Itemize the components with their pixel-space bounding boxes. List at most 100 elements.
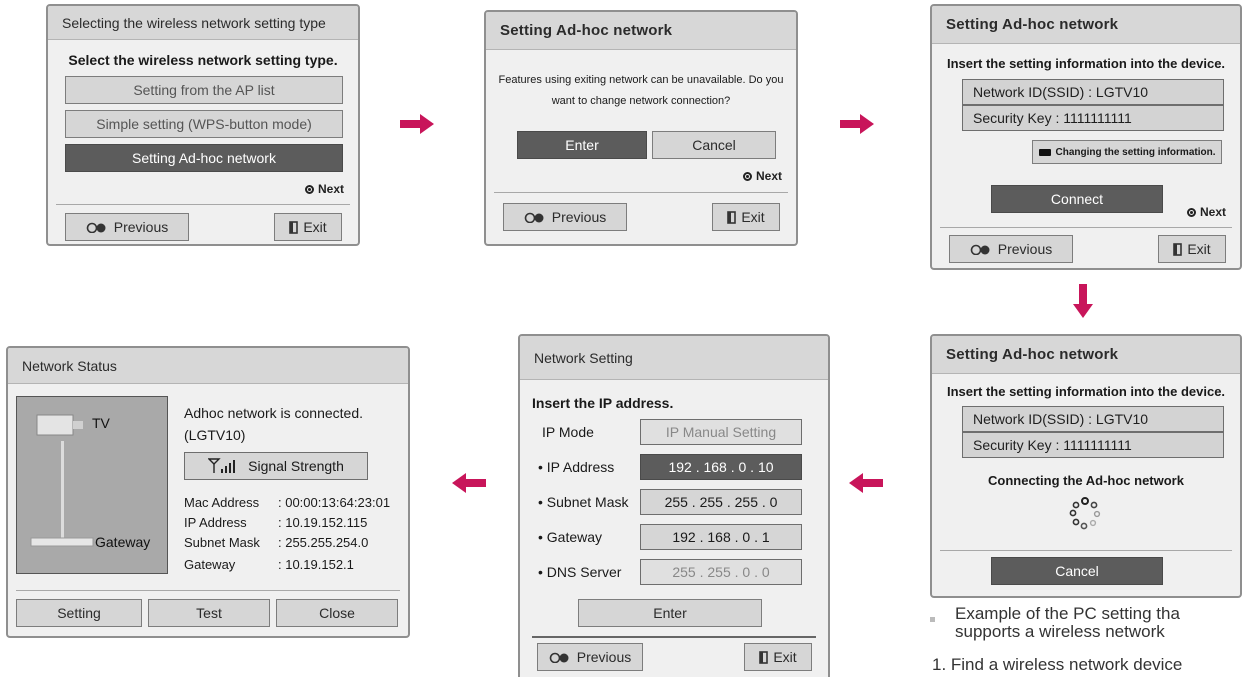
tv-label: TV — [92, 415, 110, 431]
subnet-mask-input[interactable]: 255 . 255 . 255 . 0 — [640, 489, 802, 515]
dialog-title: Setting Ad-hoc network — [486, 12, 796, 50]
ssid-field: Network ID(SSID) : LGTV10 — [962, 406, 1224, 432]
tv-icon — [36, 414, 83, 436]
previous-button[interactable]: Previous — [503, 203, 627, 231]
gateway-label: Gateway — [95, 534, 151, 550]
test-button[interactable]: Test — [148, 599, 270, 627]
previous-button[interactable]: Previous — [537, 643, 643, 671]
pink-arrow-icon — [1073, 284, 1093, 318]
exit-button[interactable]: Exit — [1158, 235, 1226, 263]
previous-circles-icon — [970, 244, 990, 255]
mac-address-key: Mac Address — [184, 495, 260, 510]
gateway-input[interactable]: 192 . 168 . 0 . 1 — [640, 524, 802, 550]
change-hint-label: Changing the setting information. — [1055, 146, 1216, 158]
ip-mode-label: IP Mode — [542, 424, 594, 440]
exit-button[interactable]: Exit — [274, 213, 342, 241]
divider — [532, 636, 816, 638]
previous-label: Previous — [113, 219, 169, 235]
next-label: Next — [755, 169, 782, 183]
wps-option[interactable]: Simple setting (WPS-button mode) — [65, 110, 343, 138]
dialog-title: Setting Ad-hoc network — [932, 336, 1240, 374]
exit-button[interactable]: Exit — [712, 203, 780, 231]
gateway-icon — [30, 537, 94, 547]
next-label: Next — [1199, 205, 1226, 219]
gateway-value: : 10.19.152.1 — [278, 557, 354, 572]
message-line-1: Features using exiting network can be un… — [498, 74, 784, 86]
exit-label: Exit — [773, 649, 797, 665]
pink-arrow-icon — [849, 473, 883, 493]
network-diagram: TV Gateway — [16, 396, 168, 574]
cancel-button[interactable]: Cancel — [652, 131, 776, 159]
previous-label: Previous — [551, 209, 607, 225]
dialog-heading: Select the wireless network setting type… — [68, 52, 338, 68]
status-line-1: Adhoc network is connected. — [184, 405, 363, 421]
security-key-field: Security Key : 1111111111 — [962, 432, 1224, 458]
gateway-label: • Gateway — [538, 529, 603, 545]
adhoc-setup-dialog: Setting Ad-hoc network Insert the settin… — [930, 4, 1242, 270]
previous-label: Previous — [576, 649, 632, 665]
exit-label: Exit — [1187, 241, 1211, 257]
subnet-mask-key: Subnet Mask — [184, 535, 260, 550]
ip-address-input[interactable]: 192 . 168 . 0 . 10 — [640, 454, 802, 480]
signal-strength-box: Signal Strength — [184, 452, 368, 480]
mac-address-value: : 00:00:13:64:23:01 — [278, 495, 391, 510]
previous-button[interactable]: Previous — [65, 213, 189, 241]
adhoc-option[interactable]: Setting Ad-hoc network — [65, 144, 343, 172]
next-hint: Next — [742, 169, 782, 183]
status-line-2: (LGTV10) — [184, 427, 246, 443]
dns-server-label: • DNS Server — [538, 564, 622, 580]
next-hint: Next — [1186, 205, 1226, 219]
note-step-line: 1. Find a wireless network device — [932, 655, 1183, 674]
previous-circles-icon — [86, 222, 106, 233]
cancel-button[interactable]: Cancel — [991, 557, 1163, 585]
exit-door-icon — [289, 220, 299, 234]
ip-address-value: : 10.19.152.115 — [278, 515, 368, 530]
divider — [940, 550, 1232, 551]
ip-mode-select[interactable]: IP Manual Setting — [640, 419, 802, 445]
network-status-dialog: Network Status TV Gateway Adhoc network … — [6, 346, 410, 638]
close-button[interactable]: Close — [276, 599, 398, 627]
dialog-heading: Insert the IP address. — [532, 395, 674, 411]
previous-label: Previous — [997, 241, 1053, 257]
dialog-heading: Insert the setting information into the … — [946, 384, 1226, 399]
next-dot-icon — [742, 171, 752, 181]
adhoc-connecting-dialog: Setting Ad-hoc network Insert the settin… — [930, 334, 1242, 598]
wireless-type-dialog: Selecting the wireless network setting t… — [46, 4, 360, 246]
dialog-title: Selecting the wireless network setting t… — [48, 6, 358, 40]
next-dot-icon — [304, 184, 314, 194]
connect-button[interactable]: Connect — [991, 185, 1163, 213]
exit-button[interactable]: Exit — [744, 643, 812, 671]
dns-server-input[interactable]: 255 . 255 . 0 . 0 — [640, 559, 802, 585]
ap-list-option[interactable]: Setting from the AP list — [65, 76, 343, 104]
ssid-field: Network ID(SSID) : LGTV10 — [962, 79, 1224, 105]
loading-spinner-icon — [1069, 497, 1101, 530]
setting-button[interactable]: Setting — [16, 599, 142, 627]
ip-address-label: • IP Address — [538, 459, 615, 475]
previous-button[interactable]: Previous — [949, 235, 1073, 263]
note-line-1: Example of the PC setting tha — [955, 604, 1180, 623]
change-hint: Changing the setting information. — [1032, 140, 1222, 164]
subnet-mask-label: • Subnet Mask — [538, 494, 629, 510]
pink-arrow-icon — [840, 114, 874, 134]
note-line-2: supports a wireless network — [955, 622, 1165, 641]
pink-arrow-icon — [400, 114, 434, 134]
adhoc-confirm-dialog: Setting Ad-hoc network Features using ex… — [484, 10, 798, 246]
previous-circles-icon — [524, 212, 544, 223]
dialog-heading: Insert the setting information into the … — [946, 56, 1226, 71]
next-dot-icon — [1186, 207, 1196, 217]
enter-button[interactable]: Enter — [578, 599, 762, 627]
pink-arrow-icon — [452, 473, 486, 493]
exit-label: Exit — [303, 219, 327, 235]
divider — [940, 227, 1232, 228]
exit-door-icon — [1173, 242, 1183, 256]
message-line-2: want to change network connection? — [551, 95, 731, 107]
divider — [16, 590, 400, 591]
signal-strength-icon — [208, 458, 236, 473]
dialog-title: Setting Ad-hoc network — [932, 6, 1240, 44]
connection-line — [61, 441, 64, 539]
exit-door-icon — [727, 210, 737, 224]
signal-strength-label: Signal Strength — [248, 458, 344, 474]
enter-button[interactable]: Enter — [517, 131, 647, 159]
note-bullet-icon — [930, 617, 935, 622]
subnet-mask-value: : 255.255.254.0 — [278, 535, 369, 550]
